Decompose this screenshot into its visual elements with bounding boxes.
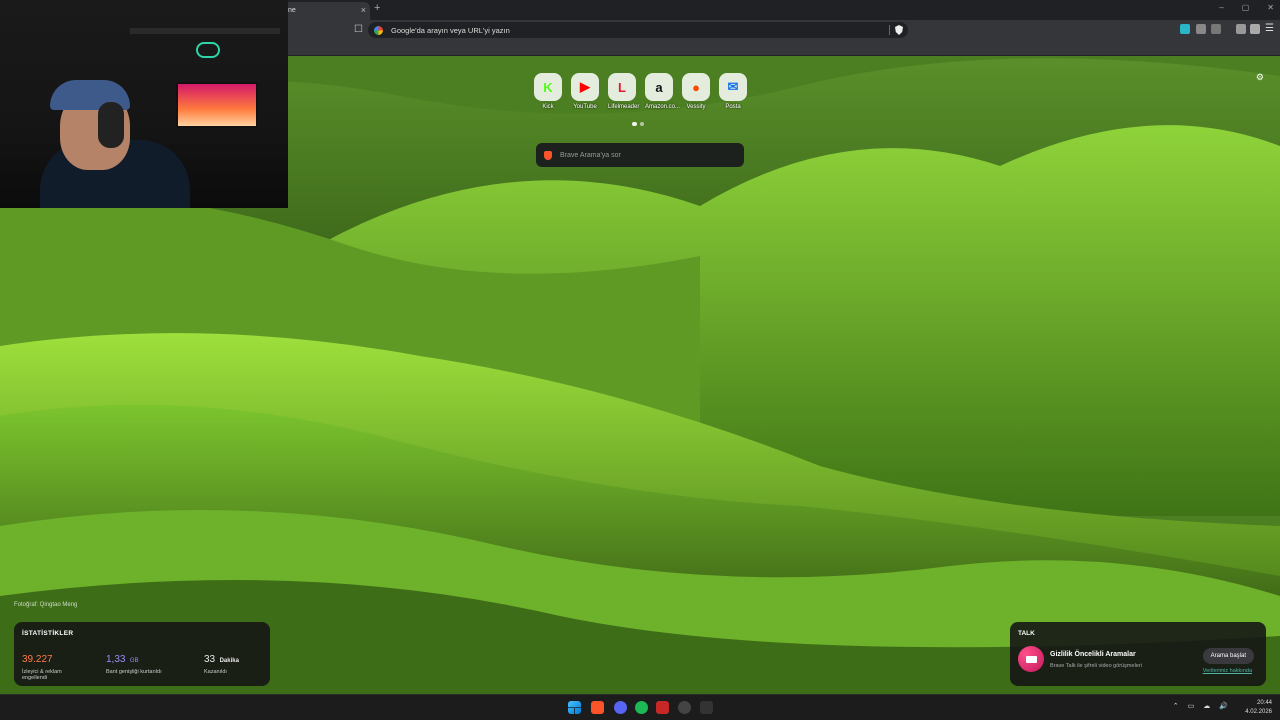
top-site-icon: K: [534, 73, 562, 101]
webcam-overlay: [0, 0, 288, 208]
top-site-icon: ●: [682, 73, 710, 101]
top-site-amazon-co[interactable]: a Amazon.co...: [645, 73, 681, 110]
clock[interactable]: 20:44 4.02.2026: [1245, 699, 1272, 717]
top-site-label: Posta: [725, 104, 741, 110]
photo-credit[interactable]: Fotoğraf: Qingtao Meng: [14, 602, 77, 608]
settings-gear-icon[interactable]: ⚙: [1256, 72, 1264, 83]
stat-unit: GB: [129, 658, 139, 664]
top-site-label: YouTube: [573, 104, 597, 110]
spotify-taskbar-icon[interactable]: [635, 701, 648, 714]
obs-taskbar-icon[interactable]: [678, 701, 691, 714]
talk-widget: TALK Gizlilik Öncelikli Aramalar Brave T…: [1010, 622, 1266, 686]
new-tab-button[interactable]: +: [374, 2, 380, 14]
stat-value: 39.227: [22, 654, 53, 665]
top-site-label: Kick: [542, 104, 554, 110]
start-call-button[interactable]: Arama başlat: [1202, 648, 1254, 664]
stats-widget: İSTATİSTİKLER 39.227 İzleyici & reklam e…: [14, 622, 270, 686]
tray-volume-icon[interactable]: 🔊: [1219, 702, 1228, 710]
stat-time: 33 Dakika Kazanıldı: [164, 649, 262, 681]
stat-unit: Dakika: [219, 658, 239, 664]
top-site-label: Amazon.co...: [645, 104, 681, 110]
wallet-icon[interactable]: [1211, 24, 1221, 34]
stat-bandwidth: 1,33 GB Bant genişliği kurtarıldı: [80, 649, 164, 681]
talk-heading: TALK: [1018, 630, 1035, 637]
pager-dot-active[interactable]: [632, 122, 637, 126]
top-sites-pager[interactable]: [632, 122, 644, 126]
neon-gamepad-icon: [196, 42, 220, 58]
pager-dot[interactable]: [640, 122, 644, 126]
tray-display-icon[interactable]: ▭: [1188, 702, 1195, 710]
talk-subtitle: Brave Talk ile şifreli video görüşmeleri: [1050, 663, 1142, 669]
top-site-icon: ✉: [719, 73, 747, 101]
omnibox-divider: [889, 25, 890, 35]
windows-start-icon[interactable]: [568, 701, 581, 714]
google-icon: [374, 25, 383, 35]
clock-time: 20:44: [1256, 700, 1272, 706]
top-site-icon: L: [608, 73, 636, 101]
stat-value: 33: [204, 654, 216, 665]
stats-heading: İSTATİSTİKLER: [22, 630, 74, 637]
media-app-taskbar-icon[interactable]: [656, 701, 669, 714]
discord-taskbar-icon[interactable]: [614, 701, 627, 714]
privacy-link[interactable]: Verilerimiz hakkında: [1203, 668, 1252, 674]
streamer-figure: [40, 80, 190, 208]
stat-value: 1,33: [106, 654, 126, 665]
windows-taskbar: ⌃ ▭ ☁ 🔊 20:44 4.02.2026: [0, 694, 1280, 720]
top-site-kick[interactable]: K Kick: [534, 73, 562, 110]
tray-chevron-icon[interactable]: ⌃: [1173, 702, 1179, 710]
top-site-vessity[interactable]: ● Vessity: [682, 73, 710, 110]
brave-search-box[interactable]: Brave Arama'ya sor: [536, 143, 744, 167]
clock-date: 4.02.2026: [1245, 709, 1272, 715]
menu-icon[interactable]: ☰: [1265, 23, 1274, 34]
headset-icon: [98, 102, 124, 148]
address-placeholder: Google'da arayın veya URL'yi yazın: [391, 25, 510, 35]
maximize-button[interactable]: ▢: [1242, 3, 1250, 12]
top-site-label: Lifelmeader: [608, 104, 640, 110]
search-placeholder: Brave Arama'ya sor: [560, 151, 621, 159]
minimize-button[interactable]: –: [1219, 3, 1223, 12]
media-icon[interactable]: [1236, 24, 1246, 34]
brave-shields-icon[interactable]: [895, 25, 903, 35]
sidebar-icon[interactable]: [1250, 24, 1260, 34]
close-window-button[interactable]: ✕: [1267, 3, 1274, 12]
top-sites: K Kick ▶ YouTube L Lifelmeader a Amazon.co... ● V…: [534, 73, 747, 110]
browser-tab[interactable]: ne ×: [280, 2, 370, 20]
brave-taskbar-icon[interactable]: [591, 701, 604, 714]
tab-title: ne: [288, 7, 296, 14]
close-tab-icon[interactable]: ×: [361, 5, 366, 15]
top-site-label: Vessity: [686, 104, 706, 110]
window-controls: – ▢ ✕: [1219, 3, 1274, 12]
stat-label: Kazanıldı: [204, 669, 227, 675]
video-camera-icon: [1018, 646, 1044, 672]
stat-label: Bant genişliği kurtarıldı: [106, 669, 162, 675]
extension-icon[interactable]: [1180, 24, 1190, 34]
talk-title: Gizlilik Öncelikli Aramalar: [1050, 651, 1136, 658]
bookmark-icon[interactable]: ☐: [354, 24, 363, 35]
top-site-icon: a: [645, 73, 673, 101]
puzzle-icon[interactable]: [1196, 24, 1206, 34]
top-site-lifelmeader[interactable]: L Lifelmeader: [608, 73, 640, 110]
app-taskbar-icon[interactable]: [700, 701, 713, 714]
tray-network-icon[interactable]: ☁: [1203, 702, 1210, 710]
top-site-youtube[interactable]: ▶ YouTube: [571, 73, 599, 110]
webcam-shelf: [130, 28, 280, 34]
system-tray: ⌃ ▭ ☁ 🔊: [1173, 702, 1228, 710]
brave-lion-icon: [544, 150, 552, 160]
top-site-posta[interactable]: ✉ Posta: [719, 73, 747, 110]
address-bar[interactable]: Google'da arayın veya URL'yi yazın: [368, 22, 908, 38]
stat-label: İzleyici & reklam engellendi: [22, 669, 62, 681]
top-site-icon: ▶: [571, 73, 599, 101]
stat-trackers: 39.227 İzleyici & reklam engellendi: [22, 649, 80, 681]
